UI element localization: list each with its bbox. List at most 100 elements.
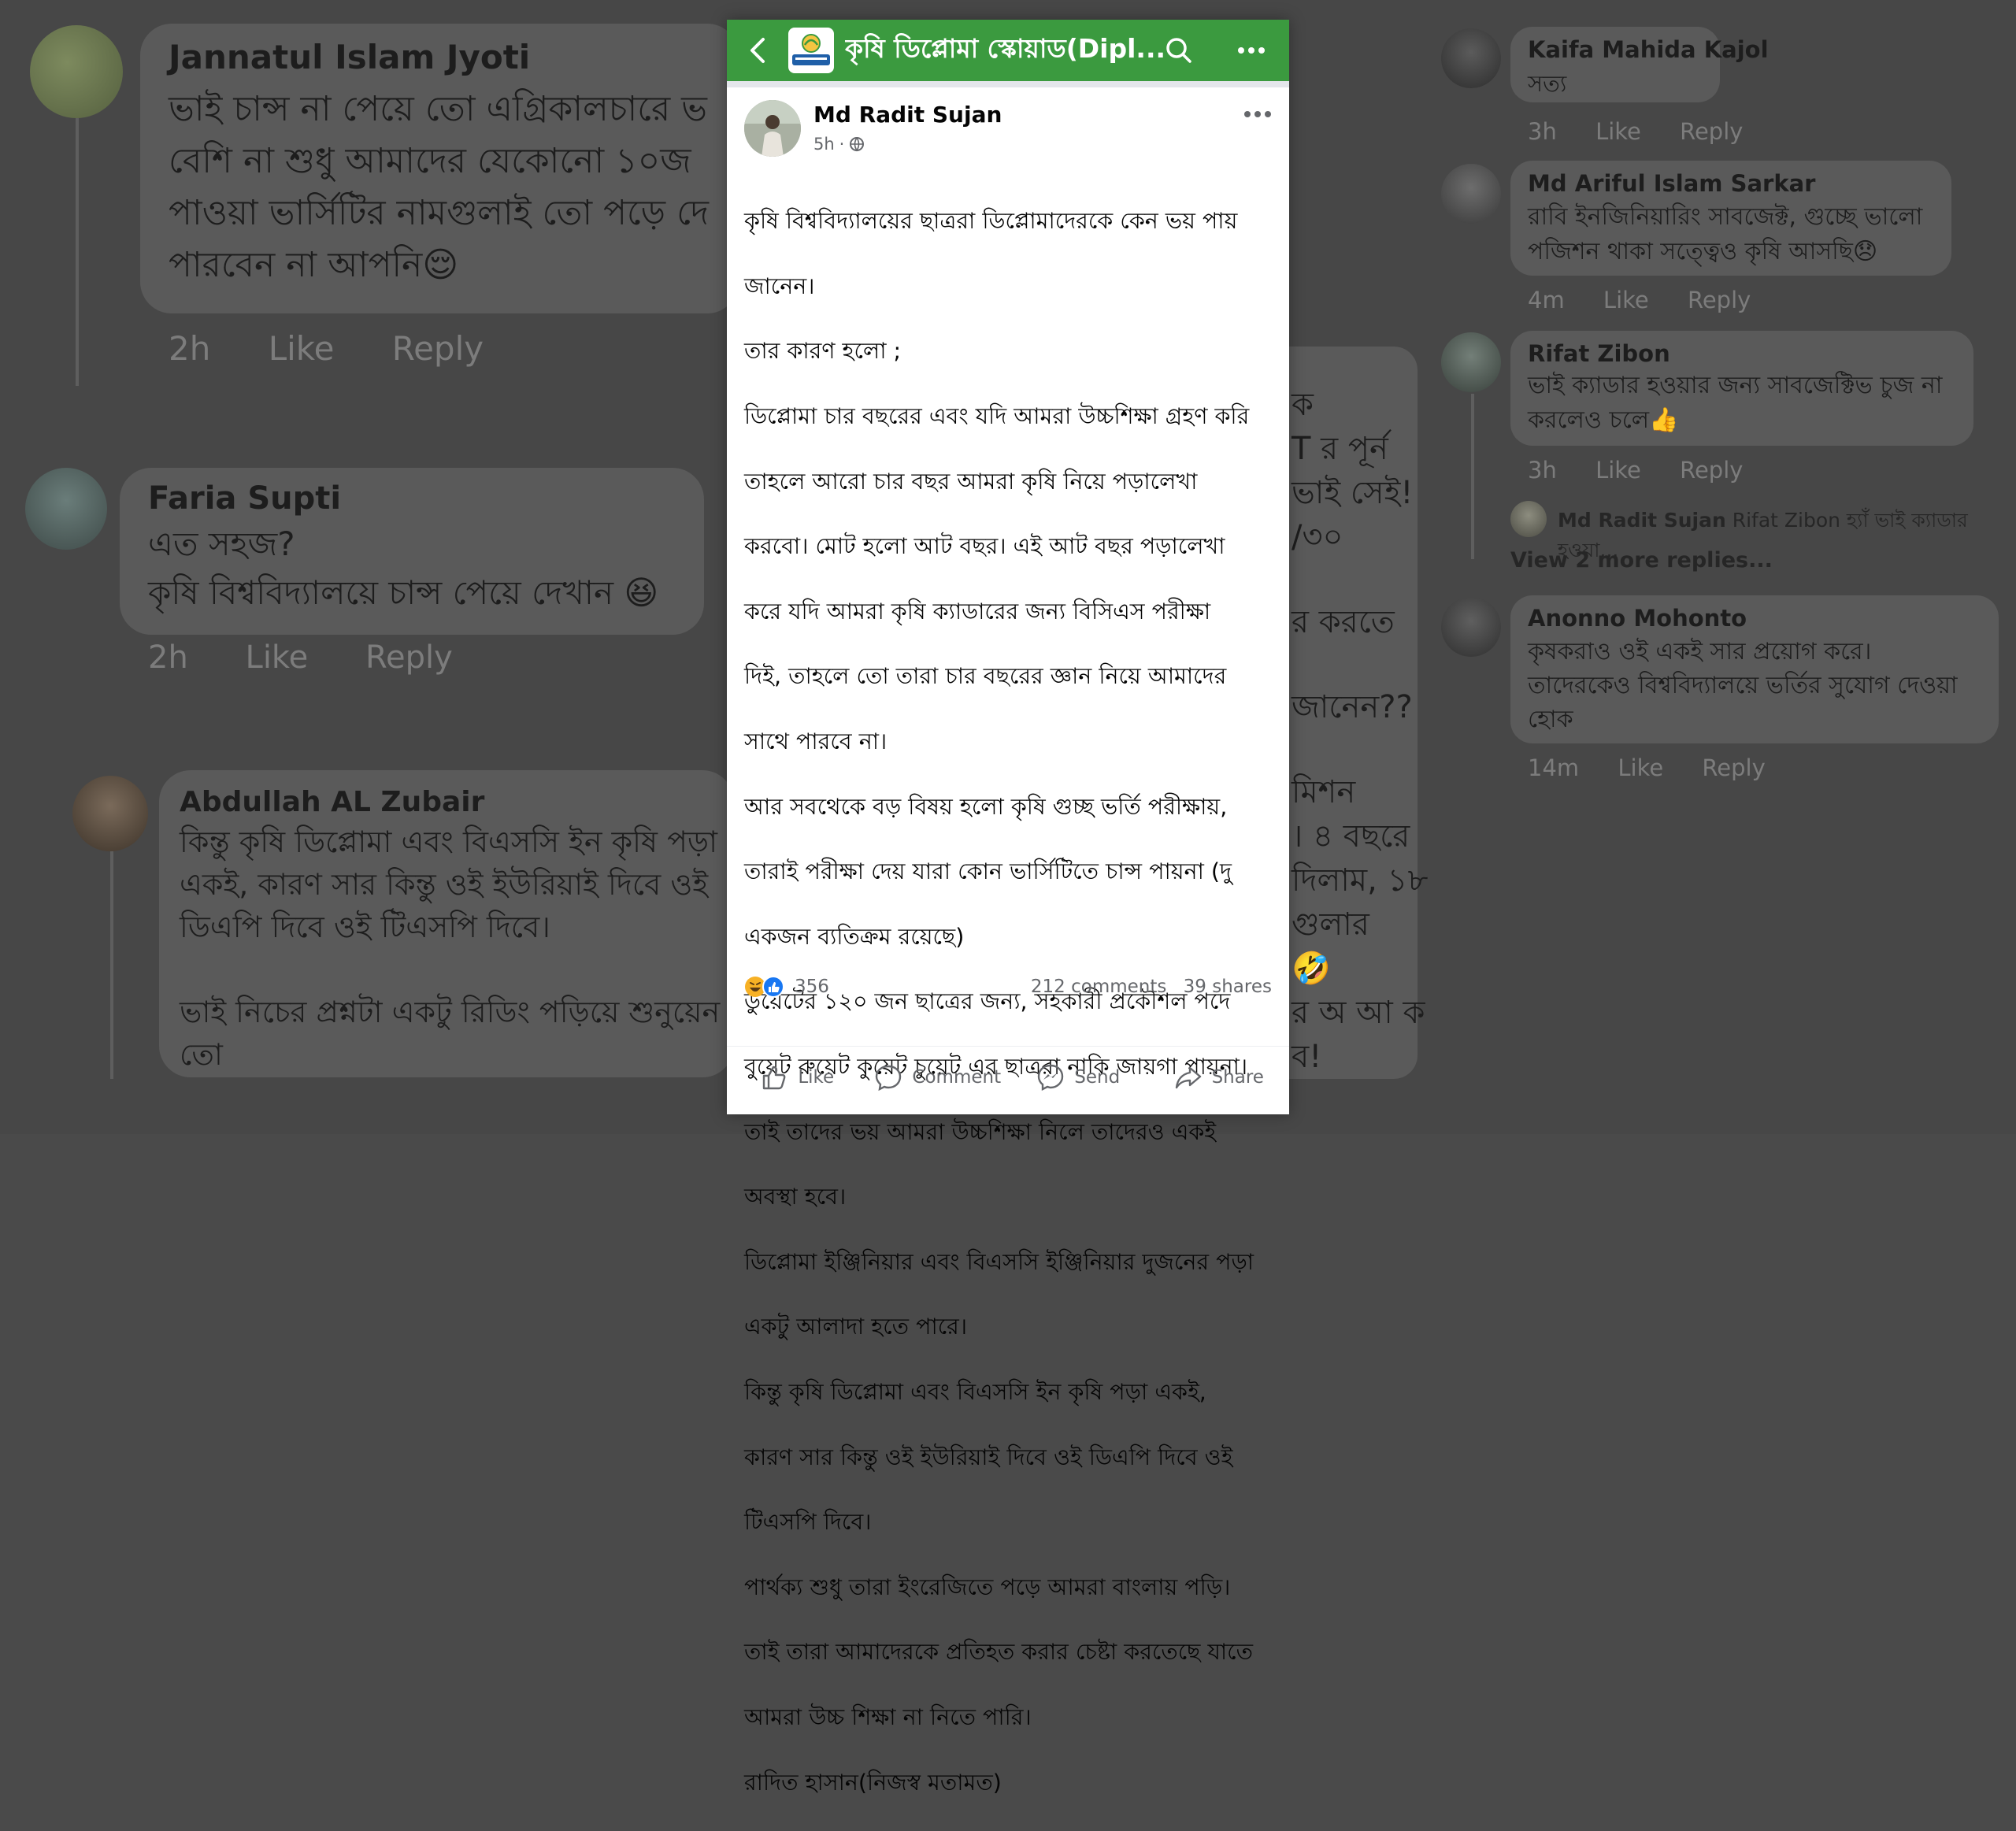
comment-like[interactable]: Like	[246, 639, 309, 676]
post-line: কারণ সার কিন্তু ওই ইউরিয়াই দিবে ওই ডিএপ…	[744, 1444, 1233, 1470]
post-options-button[interactable]	[1243, 106, 1275, 125]
comment-meta: 2h Like Reply	[169, 329, 531, 368]
comment-time: 14m	[1528, 754, 1580, 781]
globe-icon	[850, 137, 865, 152]
more-options-icon	[1238, 47, 1265, 54]
post-stats: 356 212 comments 39 shares	[727, 964, 1289, 1010]
more-options-button[interactable]	[1236, 35, 1267, 66]
comment-icon	[876, 1065, 902, 1092]
like-label: Like	[798, 1067, 835, 1088]
post-actions: Like Comment Send Share	[727, 1046, 1289, 1108]
comment-reply[interactable]: Reply	[1688, 287, 1751, 313]
comment-meta: 4m Like Reply	[1528, 287, 1798, 313]
avatar[interactable]	[744, 100, 801, 157]
group-title[interactable]: কৃষি ডিপ্লোমা স্কোয়াড(Dipl...	[845, 28, 1168, 72]
fragment-line: T র পূর্ন	[1292, 431, 1388, 467]
like-icon	[762, 976, 784, 998]
comment-author: Md Ariful Islam Sarkar	[1528, 170, 1816, 197]
post-line: তাই তারা আমাদেরকে প্রতিহত করার চেষ্টা কর…	[744, 1639, 1254, 1666]
share-icon	[1175, 1066, 1201, 1089]
search-button[interactable]	[1163, 35, 1195, 66]
post-header: Md Radit Sujan 5h ·	[727, 87, 1289, 172]
back-button[interactable]	[735, 20, 782, 81]
comment-text: ভাই চান্স না পেয়ে তো এগ্রিকালচারে ভ বেশ…	[169, 83, 709, 291]
comment-reply[interactable]: Reply	[1702, 754, 1765, 781]
post-line: টিএসপি দিবে।	[744, 1509, 872, 1536]
post-time[interactable]: 5h	[813, 135, 835, 154]
view-more-replies[interactable]: View 2 more replies...	[1510, 548, 1773, 573]
thread-line	[76, 118, 79, 386]
post-author[interactable]: Md Radit Sujan	[813, 102, 1002, 128]
comment-text: এত সহজ? কৃষি বিশ্ববিদ্যালয়ে চান্স পেয়ে…	[148, 520, 658, 617]
reaction-count[interactable]: 356	[795, 977, 829, 997]
more-options-icon	[1244, 111, 1271, 117]
post-line: একটু আলাদা হতে পারে।	[744, 1314, 968, 1340]
avatar	[1441, 28, 1501, 88]
comment-author: Kaifa Mahida Kajol	[1528, 36, 1769, 63]
post-line: তাহলে আরো চার বছর আমরা কৃষি নিয়ে পড়ালে…	[744, 468, 1198, 495]
fragment-line: ব!	[1292, 1039, 1322, 1075]
send-button[interactable]: Send	[1008, 1063, 1149, 1092]
thumbs-up-icon	[763, 1066, 786, 1090]
comment-like[interactable]: Like	[1603, 287, 1649, 313]
comment-reply[interactable]: Reply	[365, 639, 453, 676]
share-button[interactable]: Share	[1149, 1063, 1290, 1092]
comment-meta: 3h Like Reply	[1528, 457, 1790, 484]
avatar	[30, 25, 123, 118]
comment-meta: 2h Like Reply	[148, 639, 500, 676]
fragment-line: র অ আ ক	[1292, 995, 1425, 1031]
post-line: করবো। মোট হলো আট বছর। এই আট বছর পড়ালেখা	[744, 533, 1225, 560]
search-icon	[1166, 38, 1191, 63]
fragment-line: র করতে	[1292, 604, 1395, 640]
comment-line: পাওয়া ভার্সিটির নামগুলাই তো পড়ে দে	[169, 193, 710, 233]
divider	[727, 81, 1289, 87]
post-line: কৃষি বিশ্ববিদ্যালয়ের ছাত্ররা ডিপ্লোমাদে…	[744, 208, 1238, 235]
comment-like[interactable]: Like	[269, 329, 335, 368]
comment-line	[180, 948, 720, 991]
comment-button[interactable]: Comment	[868, 1063, 1009, 1092]
messenger-icon	[1038, 1064, 1064, 1091]
comment-reply[interactable]: Reply	[392, 329, 484, 368]
reactions-summary[interactable]	[744, 975, 788, 999]
engagement-counts: 212 comments 39 shares	[1031, 977, 1272, 997]
comment-time: 3h	[1528, 118, 1557, 145]
comment-like[interactable]: Like	[1618, 754, 1663, 781]
comment-line: ভাই চান্স না পেয়ে তো এগ্রিকালচারে ভ	[169, 89, 707, 129]
dot-separator: ·	[839, 135, 845, 154]
comment-line: পজিশন থাকা সত্ত্বেও কৃষি আসছি😞	[1528, 238, 1878, 265]
comment-text: সত্য	[1528, 70, 1567, 97]
comment-text: কৃষকরাও ওই একই সার প্রয়োগ করে। তাদেরকেও…	[1528, 635, 1958, 736]
comment-line: পারবেন না আপনি😌	[169, 245, 459, 285]
comment-reply[interactable]: Reply	[1680, 457, 1743, 484]
fragment-line: মিশন	[1292, 774, 1356, 810]
like-button[interactable]: Like	[727, 1063, 868, 1092]
comment-count[interactable]: 212 comments	[1031, 977, 1166, 997]
comment-text: কিন্তু কৃষি ডিপ্লোমা এবং বিএসসি ইন কৃষি …	[180, 821, 720, 1076]
comment-line: তো	[180, 1037, 223, 1072]
fragment-line: গুলার	[1292, 906, 1369, 943]
post-line: জানেন।	[744, 272, 815, 299]
fragment-line: 🤣	[1292, 951, 1331, 987]
comment-line: কিন্তু কৃষি ডিপ্লোমা এবং বিএসসি ইন কৃষি …	[180, 825, 718, 859]
person-photo-icon	[744, 100, 801, 157]
group-topbar: কৃষি ডিপ্লোমা স্কোয়াড(Dipl...	[727, 20, 1289, 81]
post-line: করে যদি আমরা কৃষি ক্যাডারের জন্য বিসিএস …	[744, 598, 1211, 625]
comment-line: তাদেরকেও বিশ্ববিদ্যালয়ে ভর্তির সুযোগ দে…	[1528, 672, 1958, 699]
thread-line	[110, 851, 113, 1079]
comment-fragments: ক T র পূর্ন ভাই সেই! /৩০ র করতে জানেন?? …	[1292, 383, 1428, 1079]
thread-line	[1471, 394, 1474, 559]
comment-reply[interactable]: Reply	[1680, 118, 1743, 145]
comment-line: ডিএপি দিবে ওই টিএসপি দিবে।	[180, 910, 550, 944]
fragment-line: দিলাম, ১৮	[1292, 862, 1429, 899]
comment-text: রাবি ইনজিনিয়ারিং সাবজেক্ট, গুচ্ছে ভালো …	[1528, 200, 1922, 269]
post-line: আর সবথেকে বড় বিষয় হলো কৃষি গুচ্ছ ভর্তি…	[744, 793, 1228, 820]
post-line: কিন্তু কৃষি ডিপ্লোমা এবং বিএসসি ইন কৃষি …	[744, 1378, 1206, 1405]
comment-like[interactable]: Like	[1595, 118, 1641, 145]
comment-time: 2h	[148, 639, 188, 676]
comment-like[interactable]: Like	[1595, 457, 1641, 484]
share-count[interactable]: 39 shares	[1184, 977, 1272, 997]
post-line: তাই তাদের ভয় আমরা উচ্চশিক্ষা নিলে তাদের…	[744, 1118, 1217, 1145]
comment-line: এত সহজ?	[148, 524, 295, 563]
post-line: তার কারণ হলো ;	[744, 338, 902, 365]
comment-meta: 14m Like Reply	[1528, 754, 1813, 781]
